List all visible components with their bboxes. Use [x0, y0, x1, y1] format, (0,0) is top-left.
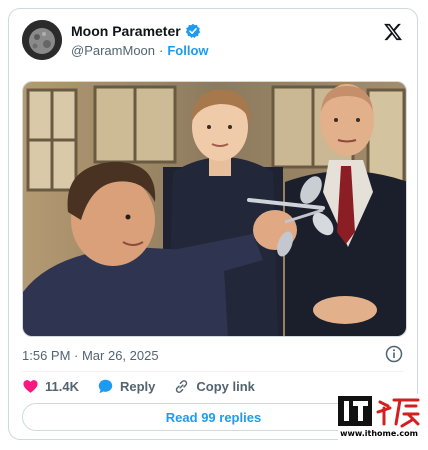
tweet-image[interactable]: [22, 81, 407, 337]
like-count: 11.4K: [45, 379, 79, 394]
reply-button[interactable]: Reply: [97, 378, 155, 395]
reply-label: Reply: [119, 379, 156, 394]
info-icon[interactable]: [385, 345, 403, 363]
divider: [22, 371, 404, 372]
heart-icon: [23, 380, 38, 393]
ithome-logo: [338, 396, 420, 428]
like-button[interactable]: 11.4K: [22, 378, 79, 395]
tweet-timestamp[interactable]: 1:56 PM · Mar 26, 2025: [22, 348, 159, 363]
avatar[interactable]: [22, 20, 62, 60]
separator-dot: ·: [159, 43, 164, 58]
tweet-card: Moon Parameter @ParamMoon · Follow 1:56 …: [8, 8, 418, 440]
author-name-row[interactable]: Moon Parameter: [71, 23, 201, 39]
action-bar: 11.4K Reply Copy link: [22, 378, 255, 395]
x-logo-icon[interactable]: [383, 22, 403, 42]
handle[interactable]: @ParamMoon: [71, 43, 155, 58]
link-icon: [176, 380, 188, 393]
watermark-url: www.ithome.com: [340, 429, 418, 438]
ithome-watermark: www.ithome.com: [338, 394, 420, 446]
copy-link-label: Copy link: [196, 379, 255, 394]
display-name[interactable]: Moon Parameter: [71, 23, 181, 39]
follow-button[interactable]: Follow: [167, 43, 208, 58]
reply-bubble-icon: [98, 379, 113, 394]
handle-row: @ParamMoon · Follow: [71, 43, 209, 58]
verified-badge-icon: [185, 23, 201, 39]
copy-link-button[interactable]: Copy link: [173, 378, 255, 395]
